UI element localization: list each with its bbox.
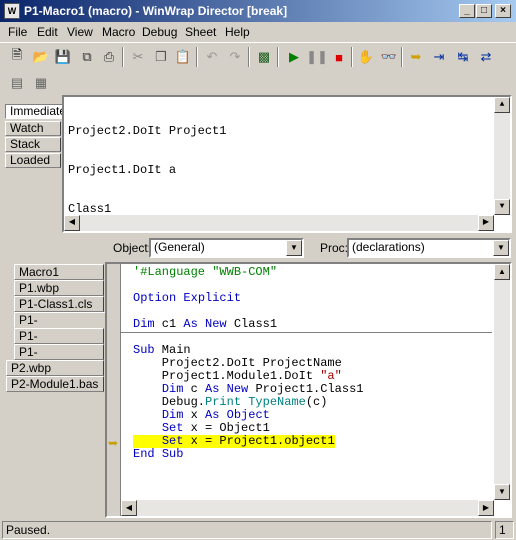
scroll-right-icon[interactable]: ▶ — [478, 500, 494, 516]
code-line: '#Language "WWB-COM" — [133, 266, 492, 279]
window-title: P1-Macro1 (macro) - WinWrap Director [br… — [24, 4, 288, 18]
immediate-line: Project1.DoIt a — [68, 163, 177, 177]
scroll-down-icon[interactable]: ▼ — [494, 484, 510, 500]
execution-arrow-icon: ➥ — [108, 436, 119, 450]
chevron-down-icon[interactable]: ▼ — [286, 240, 302, 256]
paste-icon[interactable]: 📋 — [172, 46, 194, 68]
code-text: Option Explicit — [133, 291, 242, 305]
secondary-toolbar: ▤ ▦ — [0, 70, 516, 96]
code-text: Project1.Module1.DoIt "a" — [133, 369, 342, 383]
file-tab-p1-module1[interactable]: P1-Module1.bas — [14, 328, 104, 357]
scroll-right-icon[interactable]: ▶ — [478, 215, 494, 231]
menu-help[interactable]: Help — [225, 25, 250, 39]
code-text: Debug.Print TypeName(c) — [133, 395, 328, 409]
scroll-left-icon[interactable]: ◀ — [64, 215, 80, 231]
tab-immediate[interactable]: Immediate — [5, 104, 66, 119]
undo-icon[interactable]: ↶ — [201, 46, 223, 68]
chevron-down-icon[interactable]: ▼ — [493, 240, 509, 256]
copy-icon[interactable]: ❐ — [150, 46, 172, 68]
immediate-horizontal-scrollbar[interactable]: ◀ ▶ — [64, 215, 494, 231]
properties-icon[interactable]: ▤ — [6, 72, 28, 94]
step-into-icon[interactable]: ➥ — [405, 46, 427, 68]
stop-icon[interactable]: ■ — [328, 46, 350, 68]
code-editor[interactable]: ➥ '#Language "WWB-COM" Option Explicit D… — [105, 262, 512, 518]
print-icon[interactable]: ⎙ — [98, 46, 120, 68]
editor-horizontal-scrollbar[interactable]: ◀ ▶ — [121, 500, 494, 516]
code-text: Dim c1 As New Class1 — [133, 317, 278, 331]
immediate-vertical-scrollbar[interactable]: ▲ ▼ — [494, 97, 510, 215]
save-all-icon[interactable]: ⧉ — [76, 46, 98, 68]
menu-edit[interactable]: Edit — [37, 25, 58, 39]
menu-sheet[interactable]: Sheet — [185, 25, 216, 39]
pause-icon[interactable]: ❚❚ — [306, 46, 328, 68]
tab-stack[interactable]: Stack — [5, 137, 61, 152]
open-icon[interactable]: 📂 — [30, 46, 52, 68]
file-tab-p1-macro1[interactable]: P1-Macro1.wwd — [14, 312, 106, 341]
toolbar: 🗎 📂 💾 ⧉ ⎙ ✂ ❐ 📋 ↶ ↷ ▩ ▶ ❚❚ ■ ✋ 👓 ➥ ⇥ ↹ ⇄ — [0, 42, 516, 70]
menu-bar: File Edit View Macro Debug Sheet Help — [0, 22, 516, 42]
immediate-pane[interactable]: Project2.DoIt Project1 Project1.DoIt a C… — [62, 95, 512, 233]
tab-watch[interactable]: Watch — [5, 121, 61, 136]
file-tab-p1-class1[interactable]: P1-Class1.cls — [14, 296, 104, 312]
editor-vertical-scrollbar[interactable]: ▲ ▼ — [494, 264, 510, 500]
new-icon[interactable]: 🗎 — [6, 46, 28, 68]
status-text: Paused. — [2, 521, 492, 539]
immediate-line: Project2.DoIt Project1 — [68, 124, 227, 138]
references-icon[interactable]: ▩ — [253, 46, 275, 68]
code-text: Dim c As New Project1.Class1 — [161, 382, 364, 396]
scroll-up-icon[interactable]: ▲ — [494, 97, 510, 113]
minimize-button[interactable]: _ — [459, 4, 475, 18]
menu-file[interactable]: File — [8, 25, 27, 39]
code-line: End Sub — [133, 448, 492, 461]
scroll-down-icon[interactable]: ▼ — [494, 199, 510, 215]
current-line: Set x = Project1.object1 — [133, 435, 492, 448]
procedure-separator — [121, 332, 492, 333]
close-button[interactable]: × — [495, 4, 511, 18]
save-icon[interactable]: 💾 — [52, 46, 74, 68]
app-icon: W — [4, 3, 20, 19]
proc-dropdown[interactable]: (declarations) ▼ — [347, 238, 511, 258]
file-tab-macro1[interactable]: Macro1 — [14, 264, 104, 280]
file-tab-p1-wbp[interactable]: P1.wbp — [14, 280, 104, 296]
file-tab-p2-wbp[interactable]: P2.wbp — [6, 360, 104, 376]
code-text: End Sub — [133, 447, 184, 461]
code-text: '#Language "WWB-COM" — [133, 265, 278, 279]
file-tab-p1-object1[interactable]: P1-Object1.obm — [14, 344, 104, 373]
redo-icon[interactable]: ↷ — [224, 46, 246, 68]
menu-debug[interactable]: Debug — [142, 25, 177, 39]
options-icon[interactable]: ▦ — [30, 72, 52, 94]
cut-icon[interactable]: ✂ — [127, 46, 149, 68]
tab-loaded[interactable]: Loaded — [5, 153, 61, 168]
proc-label: Proc: — [320, 241, 349, 255]
run-icon[interactable]: ▶ — [283, 46, 305, 68]
file-tab-p2-module1[interactable]: P2-Module1.bas — [6, 376, 104, 392]
watch-icon[interactable]: 👓 — [378, 46, 400, 68]
code-text: Project2.DoIt ProjectName — [133, 356, 342, 370]
status-bar: Paused. 1 — [0, 520, 516, 540]
scroll-up-icon[interactable]: ▲ — [494, 264, 510, 280]
code-text: Dim x As Object — [161, 408, 270, 422]
object-value: (General) — [154, 240, 205, 254]
scroll-left-icon[interactable]: ◀ — [121, 500, 137, 516]
proc-value: (declarations) — [352, 240, 425, 254]
code-text: Set x = Object1 — [161, 421, 270, 435]
maximize-button[interactable]: □ — [476, 4, 492, 18]
step-over-icon[interactable]: ⇥ — [428, 46, 450, 68]
object-dropdown[interactable]: (General) ▼ — [149, 238, 304, 258]
step-to-cursor-icon[interactable]: ⇄ — [475, 46, 497, 68]
object-label: Object: — [113, 241, 152, 255]
menu-view[interactable]: View — [67, 25, 93, 39]
code-line: Dim c1 As New Class1 — [133, 318, 492, 331]
menu-macro[interactable]: Macro — [102, 25, 135, 39]
title-bar: W P1-Macro1 (macro) - WinWrap Director [… — [0, 0, 516, 22]
status-line: 1 — [495, 521, 514, 539]
code-line: Option Explicit — [133, 292, 492, 305]
code-text: Sub Main — [133, 343, 191, 357]
hand-icon[interactable]: ✋ — [355, 46, 377, 68]
step-out-icon[interactable]: ↹ — [452, 46, 474, 68]
breakpoint-gutter[interactable] — [107, 264, 121, 516]
